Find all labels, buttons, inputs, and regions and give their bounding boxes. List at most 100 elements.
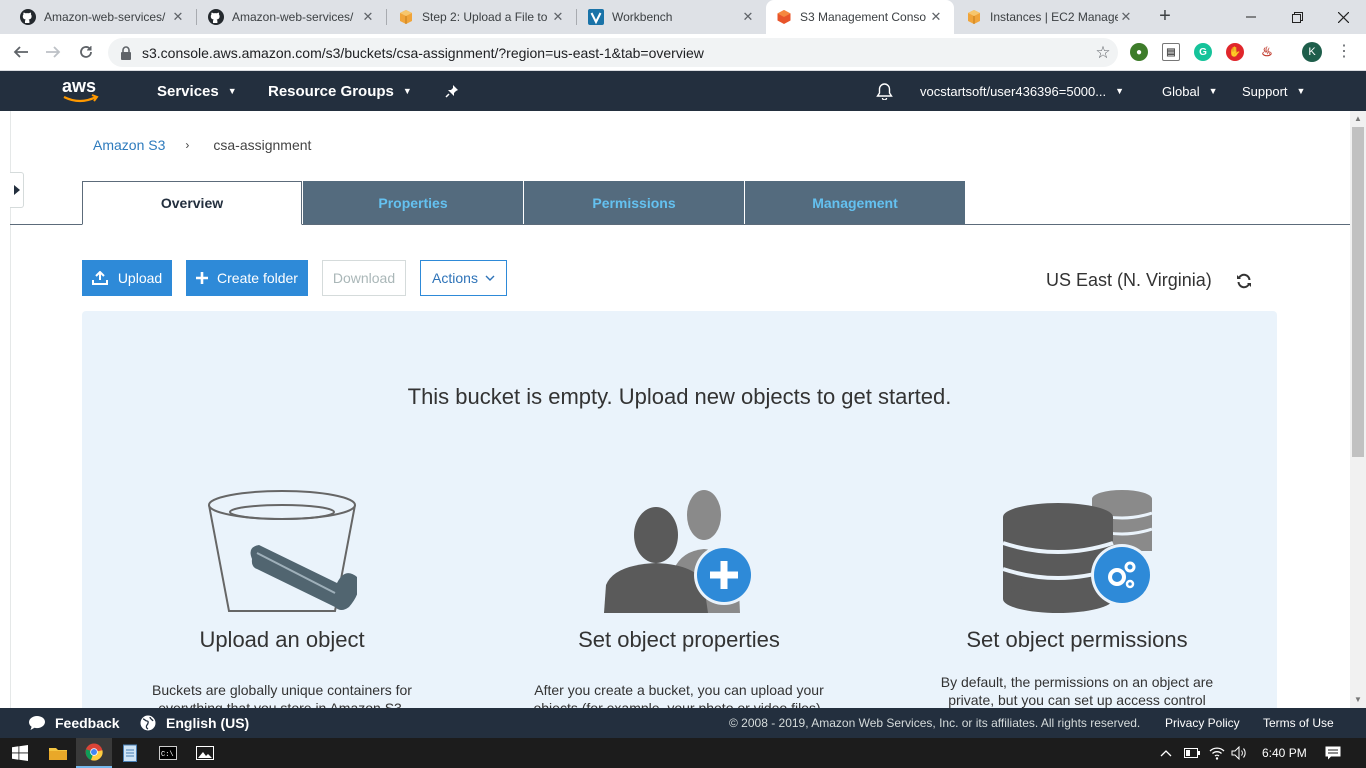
browser-tab-2[interactable]: Amazon-web-services/ ✕: [198, 0, 386, 34]
java-icon[interactable]: ♨: [1258, 43, 1276, 61]
notifications-bell-icon[interactable]: [876, 71, 893, 111]
chevron-down-icon: [485, 275, 495, 281]
lock-icon: [120, 45, 134, 60]
download-button[interactable]: Download: [322, 260, 406, 296]
page-scrollbar[interactable]: ▲ ▼: [1350, 111, 1366, 708]
terms-of-use-link[interactable]: Terms of Use: [1263, 708, 1334, 738]
scroll-thumb[interactable]: [1352, 127, 1364, 457]
browser-toolbar: s3.console.aws.amazon.com/s3/buckets/csa…: [0, 34, 1366, 71]
github-icon: [208, 9, 224, 25]
chevron-down-icon: ▼: [227, 86, 237, 96]
scroll-up-arrow[interactable]: ▲: [1350, 111, 1366, 127]
support-label: Support: [1242, 83, 1288, 99]
services-label: Services: [157, 82, 219, 100]
forward-button[interactable]: [40, 40, 66, 64]
actions-dropdown[interactable]: Actions: [420, 260, 507, 296]
aws-box-icon: [398, 9, 414, 25]
clock-time[interactable]: 6:40 PM: [1262, 738, 1307, 768]
chevron-down-icon: ▼: [1115, 86, 1125, 96]
upload-button[interactable]: Upload: [82, 260, 172, 296]
pin-icon[interactable]: [445, 71, 459, 111]
browser-tab-title: Amazon-web-services/: [44, 10, 166, 24]
windows-start-icon[interactable]: [0, 738, 40, 768]
set-object-permissions-text: By default, the permissions on an object…: [940, 674, 1214, 708]
adblock-icon[interactable]: ✋: [1226, 43, 1244, 61]
browser-tab-title: Step 2: Upload a File to: [422, 10, 548, 24]
privacy-policy-link[interactable]: Privacy Policy: [1165, 708, 1240, 738]
close-icon[interactable]: ✕: [360, 9, 376, 25]
tab-permissions[interactable]: Permissions: [524, 181, 744, 224]
extension-globe-icon[interactable]: ●: [1130, 43, 1148, 61]
language-selector[interactable]: English (US): [140, 708, 249, 738]
breadcrumb-amazon-s3-link[interactable]: Amazon S3: [93, 137, 165, 153]
profile-avatar[interactable]: K: [1302, 42, 1322, 62]
restore-button[interactable]: [1274, 0, 1320, 34]
svg-text:aws: aws: [62, 76, 96, 96]
back-button[interactable]: [8, 40, 34, 64]
feedback-label: Feedback: [55, 715, 120, 731]
command-prompt-icon[interactable]: C:\: [150, 738, 186, 768]
services-menu[interactable]: Services ▼: [157, 71, 237, 111]
aws-logo[interactable]: aws: [60, 75, 104, 107]
notepad-icon[interactable]: [112, 738, 148, 768]
upload-object-card: Upload an object Buckets are globally un…: [132, 489, 432, 717]
refresh-icon[interactable]: [1236, 273, 1252, 289]
set-object-properties-title: Set object properties: [578, 627, 780, 652]
language-label: English (US): [166, 715, 250, 731]
browser-tab-title: Instances | EC2 Manage: [990, 10, 1118, 24]
globe-icon: [140, 715, 156, 731]
chrome-taskbar-icon[interactable]: [76, 738, 112, 768]
support-menu[interactable]: Support ▼: [1242, 71, 1305, 111]
breadcrumb: Amazon S3 › csa-assignment: [93, 137, 311, 153]
close-icon[interactable]: ✕: [1118, 9, 1134, 25]
browser-menu-icon[interactable]: ⋮: [1336, 42, 1352, 62]
browser-tab-1[interactable]: Amazon-web-services/ ✕: [10, 0, 196, 34]
photos-icon[interactable]: [187, 738, 223, 768]
region-menu[interactable]: Global ▼: [1162, 71, 1218, 111]
sidebar-toggle-button[interactable]: [10, 172, 24, 208]
close-icon[interactable]: ✕: [740, 9, 756, 25]
close-icon[interactable]: ✕: [550, 9, 566, 25]
set-object-permissions-card: Set object permissions By default, the p…: [927, 489, 1227, 709]
battery-icon[interactable]: [1184, 738, 1200, 768]
address-bar[interactable]: s3.console.aws.amazon.com/s3/buckets/csa…: [108, 38, 1118, 67]
chevron-down-icon: ▼: [1296, 86, 1306, 96]
tab-overview[interactable]: Overview: [82, 181, 302, 225]
create-folder-button[interactable]: Create folder: [186, 260, 308, 296]
extension-page-icon[interactable]: ▤: [1162, 43, 1180, 61]
browser-tab-3[interactable]: Step 2: Upload a File to ✕: [388, 0, 576, 34]
database-settings-illustration-icon: [1002, 490, 1152, 613]
upload-object-title: Upload an object: [199, 627, 365, 652]
action-center-icon[interactable]: [1325, 738, 1341, 768]
reload-button[interactable]: [73, 40, 99, 64]
browser-tab-title: Amazon-web-services/: [232, 10, 354, 24]
tab-properties[interactable]: Properties: [303, 181, 523, 224]
close-icon[interactable]: ✕: [928, 9, 944, 25]
browser-tab-strip: Amazon-web-services/ ✕ Amazon-web-servic…: [0, 0, 1366, 34]
aws-box-icon: [966, 9, 982, 25]
show-hidden-icons-chevron-icon[interactable]: [1160, 738, 1172, 768]
url-text: s3.console.aws.amazon.com/s3/buckets/csa…: [142, 44, 704, 61]
close-icon[interactable]: ✕: [170, 9, 186, 25]
new-tab-button[interactable]: +: [1155, 6, 1175, 26]
tab-management[interactable]: Management: [745, 181, 965, 224]
upload-button-label: Upload: [117, 270, 163, 286]
bookmark-star-icon[interactable]: ☆: [1088, 43, 1118, 63]
account-menu[interactable]: vocstartsoft/user436396=5000... ▼: [920, 71, 1124, 111]
set-object-properties-card: Set object properties After you create a…: [529, 489, 829, 717]
volume-icon[interactable]: [1231, 738, 1247, 768]
grammarly-icon[interactable]: G: [1194, 43, 1212, 61]
minimize-button[interactable]: [1228, 0, 1274, 34]
resource-groups-menu[interactable]: Resource Groups ▼: [268, 71, 412, 111]
feedback-button[interactable]: Feedback: [28, 708, 120, 738]
empty-bucket-title: This bucket is empty. Upload new objects…: [407, 384, 952, 409]
browser-tab-4[interactable]: Workbench ✕: [578, 0, 766, 34]
close-window-button[interactable]: [1320, 0, 1366, 34]
vocareum-icon: [588, 9, 604, 25]
file-explorer-icon[interactable]: [40, 738, 76, 768]
browser-tab-6[interactable]: Instances | EC2 Manage ✕: [956, 0, 1144, 34]
wifi-icon[interactable]: [1209, 738, 1225, 768]
scroll-down-arrow[interactable]: ▼: [1350, 692, 1366, 708]
browser-tab-5[interactable]: S3 Management Conso ✕: [766, 0, 954, 34]
bucket-illustration-icon: [208, 490, 357, 612]
